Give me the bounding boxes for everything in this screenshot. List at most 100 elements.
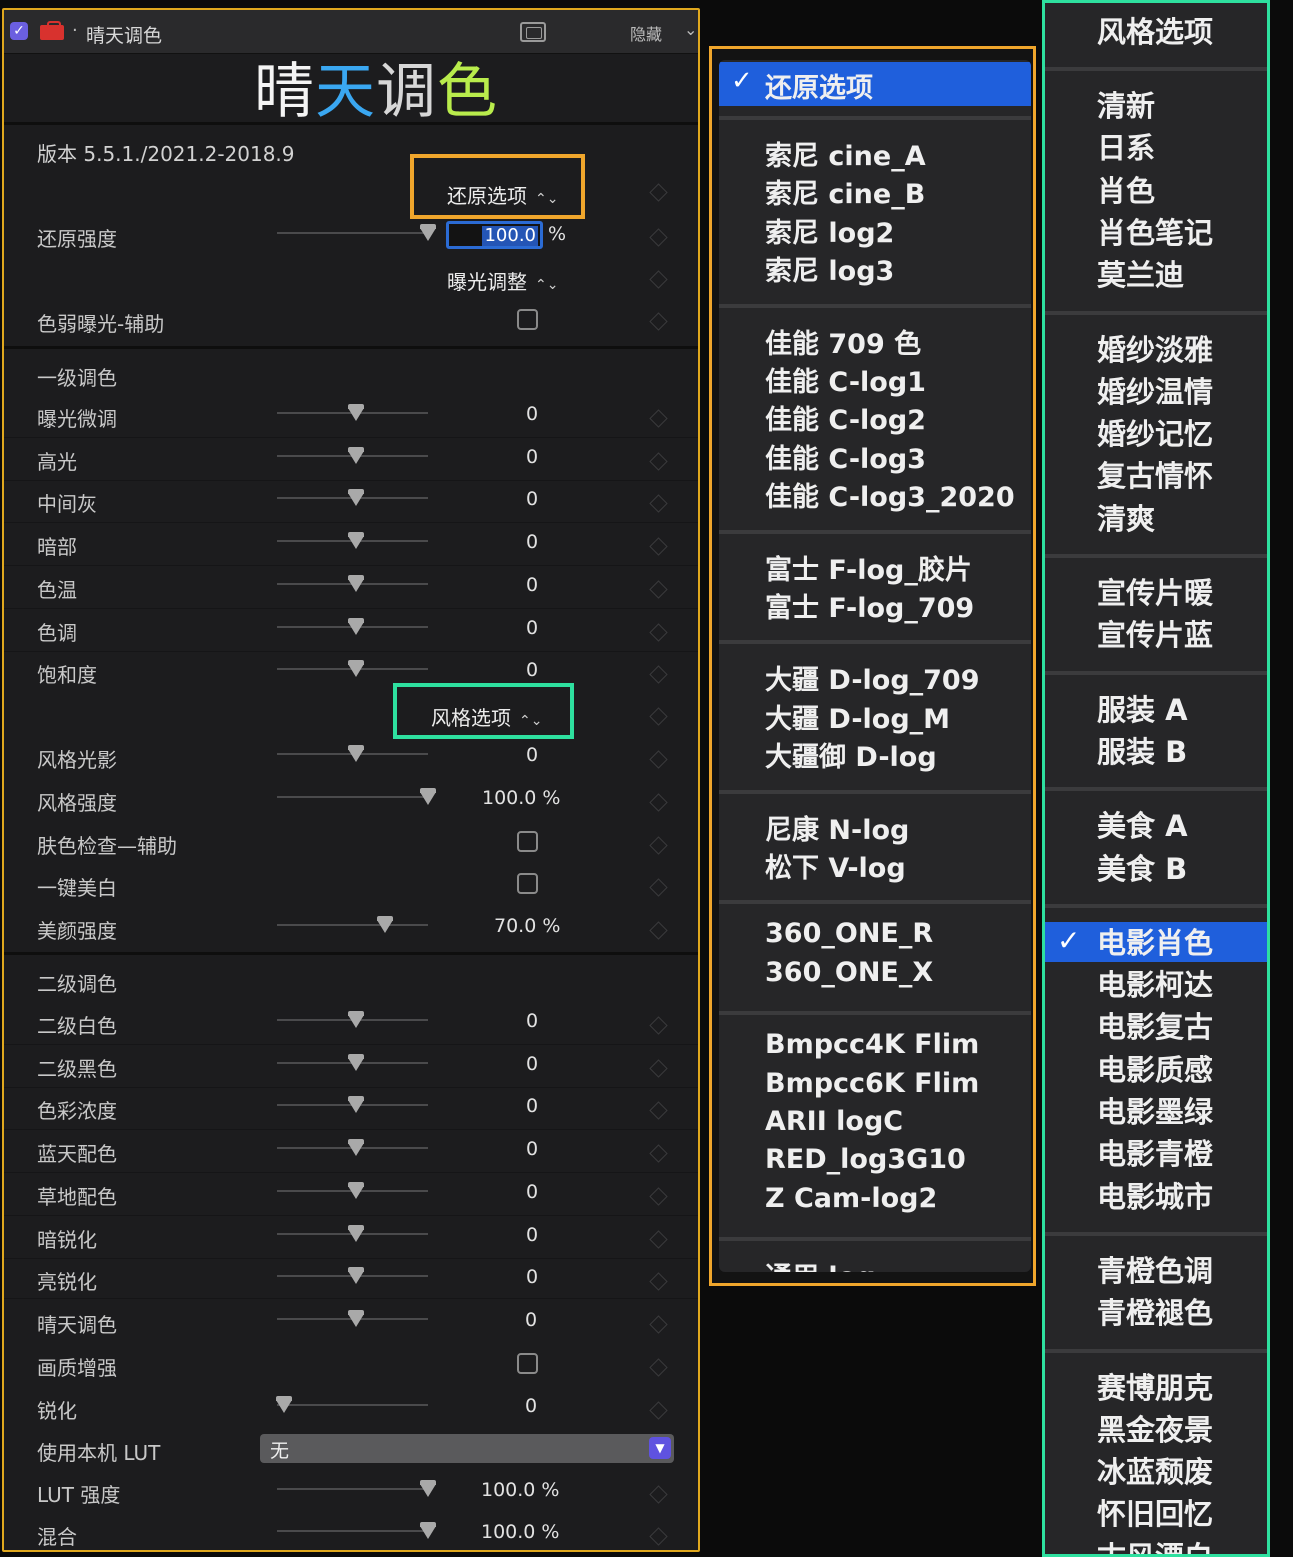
menu-item[interactable]: 古风漂白 — [1097, 1534, 1213, 1554]
menu-item-restore-options[interactable]: 还原选项 — [765, 66, 873, 105]
restore-strength-field[interactable]: 100.0 — [446, 221, 543, 249]
slider-thumb[interactable] — [348, 574, 364, 592]
menu-item[interactable]: 富士 F-log_胶片 — [765, 548, 972, 587]
menu-item[interactable]: Z Cam-log2 — [765, 1183, 937, 1214]
menu-item[interactable]: 肖色 — [1097, 168, 1155, 210]
onscreen-controls-icon[interactable] — [520, 22, 546, 42]
row-slider[interactable] — [277, 446, 428, 464]
row-slider[interactable] — [277, 1267, 428, 1285]
menu-item[interactable]: 电影肖色 — [1097, 920, 1213, 962]
row-value[interactable]: 0 — [526, 488, 538, 510]
slider-thumb[interactable] — [348, 532, 364, 550]
menu-item[interactable]: 宣传片暖 — [1097, 570, 1213, 612]
exposure-adjust-popup[interactable]: 曝光调整 ⌃⌄ — [447, 266, 558, 295]
slider-thumb[interactable] — [348, 489, 364, 507]
row-slider[interactable] — [277, 1181, 428, 1199]
slider-thumb[interactable] — [348, 446, 364, 464]
sharpen-slider[interactable] — [276, 1396, 428, 1413]
row-value[interactable]: 0 — [526, 1010, 538, 1032]
keyframe-diamond-icon[interactable] — [649, 750, 668, 769]
slider-thumb[interactable] — [348, 1139, 364, 1157]
slider-thumb[interactable] — [348, 1053, 364, 1071]
menu-item[interactable]: 松下 V-log — [765, 846, 906, 885]
menu-item[interactable]: 复古情怀 — [1097, 453, 1213, 495]
slider-thumb[interactable] — [420, 1522, 436, 1539]
menu-item[interactable]: 索尼 cine_A — [765, 134, 926, 173]
menu-item[interactable]: Bmpcc4K Flim — [765, 1029, 979, 1060]
menu-item[interactable]: 佳能 709 色 — [765, 322, 921, 361]
row-value[interactable]: 0 — [526, 403, 538, 425]
row-slider[interactable] — [277, 404, 428, 421]
mix-slider[interactable] — [277, 1522, 436, 1539]
keyframe-diamond-icon[interactable] — [649, 1101, 668, 1121]
color-weak-exposure-checkbox[interactable] — [517, 309, 538, 330]
slider-thumb[interactable] — [348, 745, 364, 762]
menu-item[interactable]: 索尼 log2 — [765, 211, 894, 250]
menu-item[interactable]: 青橙褪色 — [1097, 1290, 1213, 1332]
menu-item[interactable]: 电影质感 — [1097, 1047, 1213, 1089]
menu-item[interactable]: 电影柯达 — [1097, 962, 1213, 1004]
menu-item[interactable]: 富士 F-log_709 — [765, 586, 974, 625]
chevron-down-icon[interactable]: ⌄ — [684, 20, 697, 39]
row-value[interactable]: 0 — [526, 574, 538, 596]
menu-item[interactable]: Bmpcc6K Flim — [765, 1068, 979, 1099]
keyframe-diamond-icon[interactable] — [649, 1272, 668, 1291]
style-light-slider[interactable] — [277, 745, 428, 762]
row-value[interactable]: 0 — [526, 531, 538, 553]
menu-item[interactable]: 婚纱淡雅 — [1097, 327, 1213, 369]
menu-item[interactable]: 大疆 D-log_709 — [765, 658, 980, 697]
restore-strength-slider[interactable] — [277, 224, 436, 241]
slider-thumb[interactable] — [420, 788, 436, 805]
row-slider[interactable] — [277, 1053, 428, 1071]
skin-check-checkbox[interactable] — [517, 831, 538, 852]
menu-item[interactable]: 电影复古 — [1097, 1004, 1213, 1046]
keyframe-diamond-icon[interactable] — [649, 228, 668, 247]
lut-select[interactable]: 无 ▼ — [260, 1434, 674, 1463]
keyframe-diamond-icon[interactable] — [649, 707, 668, 726]
style-strength-value[interactable]: 100.0 % — [482, 787, 561, 809]
row-value[interactable]: 0 — [526, 1053, 538, 1075]
menu-item[interactable]: 服装 B — [1097, 729, 1187, 771]
menu-item[interactable]: 索尼 log3 — [765, 249, 894, 288]
beauty-strength-value[interactable]: 70.0 % — [494, 915, 560, 937]
slider-thumb[interactable] — [376, 916, 393, 933]
slider-thumb[interactable] — [420, 224, 436, 241]
slider-thumb[interactable] — [348, 404, 364, 421]
beauty-strength-slider[interactable] — [277, 916, 428, 933]
menu-item[interactable]: 佳能 C-log1 — [765, 360, 926, 399]
menu-item[interactable]: ARII logC — [765, 1106, 903, 1137]
menu-item[interactable]: 怀旧回忆 — [1097, 1491, 1213, 1533]
keyframe-diamond-icon[interactable] — [649, 1229, 668, 1249]
menu-item[interactable]: 肖色笔记 — [1097, 210, 1213, 252]
menu-item[interactable]: 通用 log — [765, 1255, 876, 1272]
row-slider[interactable] — [277, 1224, 428, 1242]
menu-item[interactable]: 婚纱温情 — [1097, 369, 1213, 411]
row-value[interactable]: 0 — [526, 617, 538, 639]
menu-item[interactable]: 电影青橙 — [1097, 1131, 1213, 1173]
row-slider[interactable] — [277, 617, 428, 635]
slider-thumb[interactable] — [420, 1480, 436, 1497]
row-slider[interactable] — [277, 660, 428, 678]
row-value[interactable]: 0 — [526, 1181, 538, 1203]
keyframe-diamond-icon[interactable] — [649, 312, 668, 331]
keyframe-diamond-icon[interactable] — [649, 1144, 668, 1163]
keyframe-diamond-icon[interactable] — [649, 1058, 668, 1078]
row-value[interactable]: 0 — [526, 446, 538, 468]
keyframe-diamond-icon[interactable] — [649, 793, 668, 812]
menu-item[interactable]: 美食 A — [1097, 803, 1188, 845]
menu-item[interactable]: 服装 A — [1097, 687, 1188, 729]
keyframe-diamond-icon[interactable] — [649, 183, 668, 202]
keyframe-diamond-icon[interactable] — [649, 409, 668, 428]
keyframe-diamond-icon[interactable] — [649, 1358, 668, 1377]
slider-thumb[interactable] — [348, 1267, 364, 1285]
menu-item[interactable]: 婚纱记忆 — [1097, 411, 1213, 453]
keyframe-diamond-icon[interactable] — [649, 921, 668, 940]
menu-item[interactable]: 冰蓝颓废 — [1097, 1449, 1213, 1491]
keyframe-diamond-icon[interactable] — [649, 878, 668, 897]
menu-item[interactable]: 佳能 C-log3_2020 — [765, 475, 1015, 514]
row-value[interactable]: 0 — [526, 1138, 538, 1160]
row-slider[interactable] — [277, 1011, 428, 1028]
style-strength-slider[interactable] — [277, 788, 436, 805]
row-value[interactable]: 0 — [526, 1095, 538, 1117]
menu-item[interactable]: 青橙色调 — [1097, 1248, 1213, 1290]
